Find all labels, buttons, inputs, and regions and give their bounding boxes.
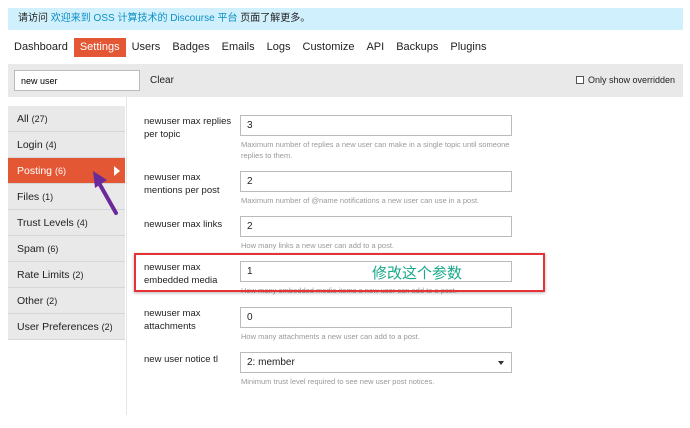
arrow-annotation: [93, 171, 118, 215]
arrow-shaft: [97, 181, 118, 215]
